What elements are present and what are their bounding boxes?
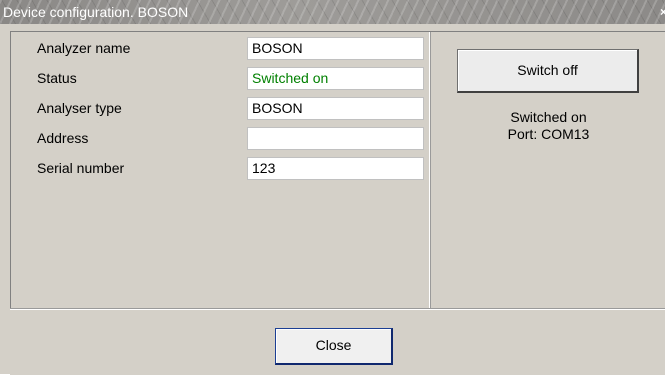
analyzer-name-label: Analyzer name	[37, 40, 131, 56]
close-button[interactable]: Close	[275, 328, 393, 365]
connection-panel: Switch off Switched on Port: COM13	[431, 32, 665, 309]
analyzer-name-field[interactable]: BOSON	[247, 37, 424, 60]
serial-number-field[interactable]: 123	[247, 157, 424, 180]
button-bar: Close	[10, 308, 665, 375]
title-bar[interactable]: Device configuration. BOSON ×	[0, 0, 665, 24]
device-configuration-dialog: Device configuration. BOSON × Analyzer n…	[0, 0, 665, 375]
close-icon[interactable]: ×	[660, 5, 665, 19]
status-field[interactable]: Switched on	[247, 67, 424, 90]
status-label: Status	[37, 70, 77, 86]
analyser-type-label: Analyser type	[37, 100, 122, 116]
connection-state-text: Switched on	[510, 109, 587, 125]
port-text: Port: COM13	[507, 126, 590, 142]
switch-off-button[interactable]: Switch off	[457, 49, 639, 93]
address-label: Address	[37, 130, 89, 146]
content-panel: Analyzer name BOSON Status Switched on A…	[10, 31, 665, 309]
window-title: Device configuration. BOSON	[3, 4, 189, 20]
serial-number-label: Serial number	[37, 160, 125, 176]
address-field[interactable]	[247, 127, 424, 150]
fields-panel: Analyzer name BOSON Status Switched on A…	[11, 32, 431, 309]
analyser-type-field[interactable]: BOSON	[247, 97, 424, 120]
